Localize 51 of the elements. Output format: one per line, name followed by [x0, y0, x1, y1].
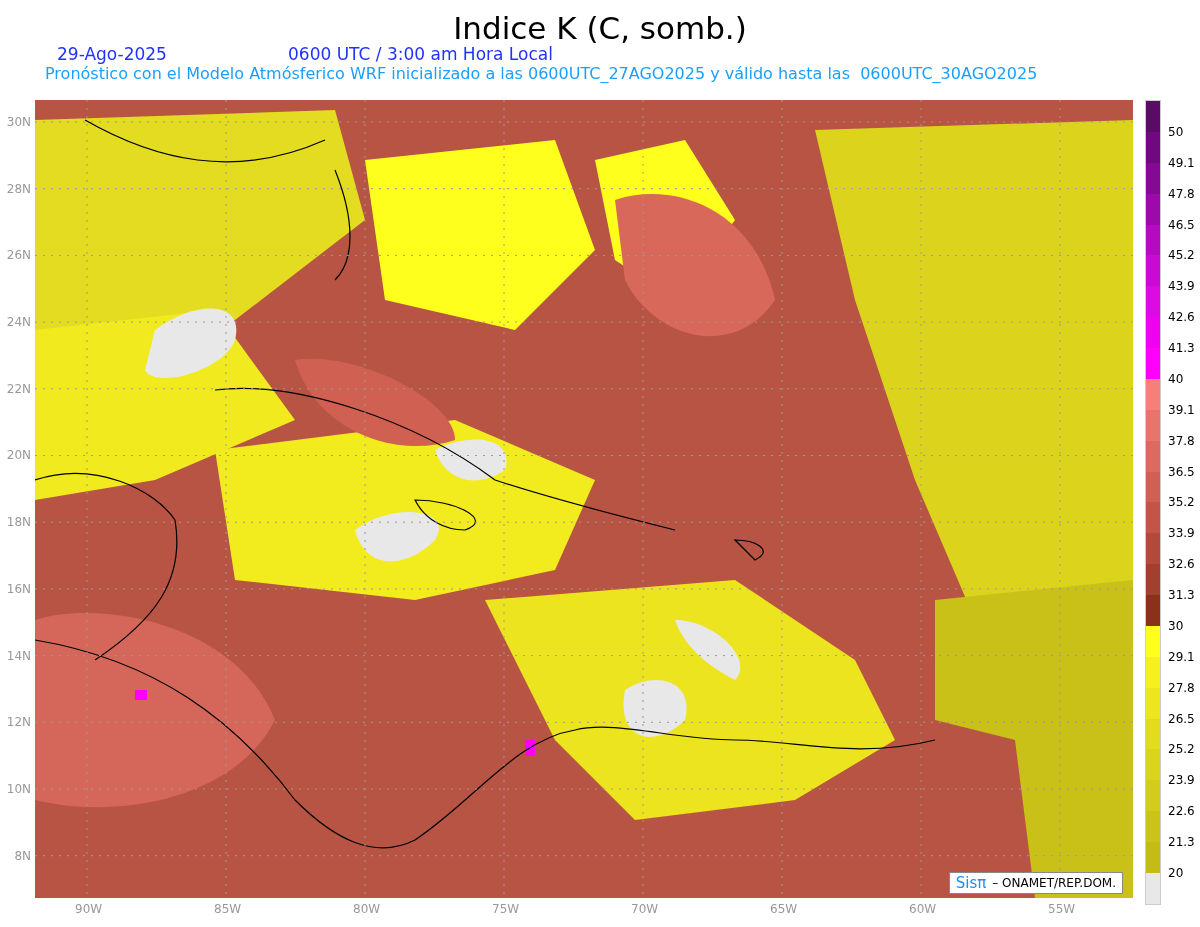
colorbar-label: 31.3 [1168, 587, 1195, 603]
colorbar-label: 23.9 [1168, 772, 1195, 789]
colorbar-label: 45.2 [1168, 247, 1195, 264]
longitude-label: 85W [214, 901, 242, 918]
latitude-label: 20N [6, 447, 31, 465]
subtitle: Pronóstico con el Modelo Atmósferico WRF inicializado a las 0600UTC_27AGO2025 y válido hasta las 0600UTC_30AGO2025 [45, 64, 1038, 84]
colorbar-label: 43.9 [1168, 278, 1195, 295]
longitude-label: 65W [770, 901, 798, 918]
colorbar-label: 49.1 [1168, 154, 1195, 171]
longitude-label: 75W [492, 901, 520, 918]
colorbar-label: 37.8 [1168, 432, 1195, 449]
latitude-label: 30N [6, 114, 31, 131]
latitude-label: 12N [6, 714, 31, 732]
longitude-label: 55W [1048, 901, 1076, 918]
longitude-label: 60W [909, 901, 937, 918]
latitude-label: 28N [6, 180, 31, 198]
longitude-label: 90W [75, 901, 103, 918]
colorbar-label: 36.5 [1168, 463, 1195, 480]
colorbar-label: 21.3 [1168, 834, 1195, 850]
colorbar-label: 20 [1168, 864, 1184, 881]
colorbar-label: 35.2 [1168, 494, 1195, 511]
colorbar-label: 29.1 [1168, 648, 1195, 665]
chart-title: Indice K (C, somb.) [453, 13, 747, 44]
colorbar-label: 41.3 [1168, 340, 1195, 356]
colorbar-label: 32.6 [1168, 556, 1195, 573]
latitude-label: 8N [14, 847, 31, 865]
latitude-label: 14N [6, 647, 31, 665]
logo: Sisπ [955, 874, 987, 892]
colorbar-label: 33.9 [1168, 525, 1195, 542]
colorbar-label: 46.5 [1168, 216, 1195, 233]
latitude-label: 18N [6, 514, 31, 532]
colorbar-label: 47.8 [1168, 185, 1195, 202]
date-label: 29-Ago-2025 [57, 44, 168, 64]
colorbar-label: 22.6 [1168, 803, 1195, 820]
latitude-label: 16N [6, 580, 31, 598]
colorbar-label: 27.8 [1168, 679, 1195, 696]
colorbar-label: 40 [1168, 370, 1184, 387]
latitude-label: 26N [6, 247, 31, 265]
longitude-label: 70W [631, 901, 659, 918]
latitude-label: 24N [6, 314, 31, 332]
colorbar-label: 39.1 [1168, 401, 1195, 418]
colorbar-label: 50 [1168, 123, 1184, 140]
colorbar-label: 42.6 [1168, 309, 1195, 326]
colorbar-label: 25.2 [1168, 741, 1195, 758]
longitude-label: 80W [353, 901, 381, 918]
colorbar-label: 30 [1168, 617, 1184, 634]
latitude-label: 22N [6, 380, 31, 398]
colorbar-label: 26.5 [1168, 710, 1195, 727]
credit-text: – ONAMET/REP.DOM. [992, 875, 1116, 892]
time-label: 0600 UTC / 3:00 am Hora Local [288, 44, 553, 64]
latitude-label: 10N [6, 780, 31, 798]
